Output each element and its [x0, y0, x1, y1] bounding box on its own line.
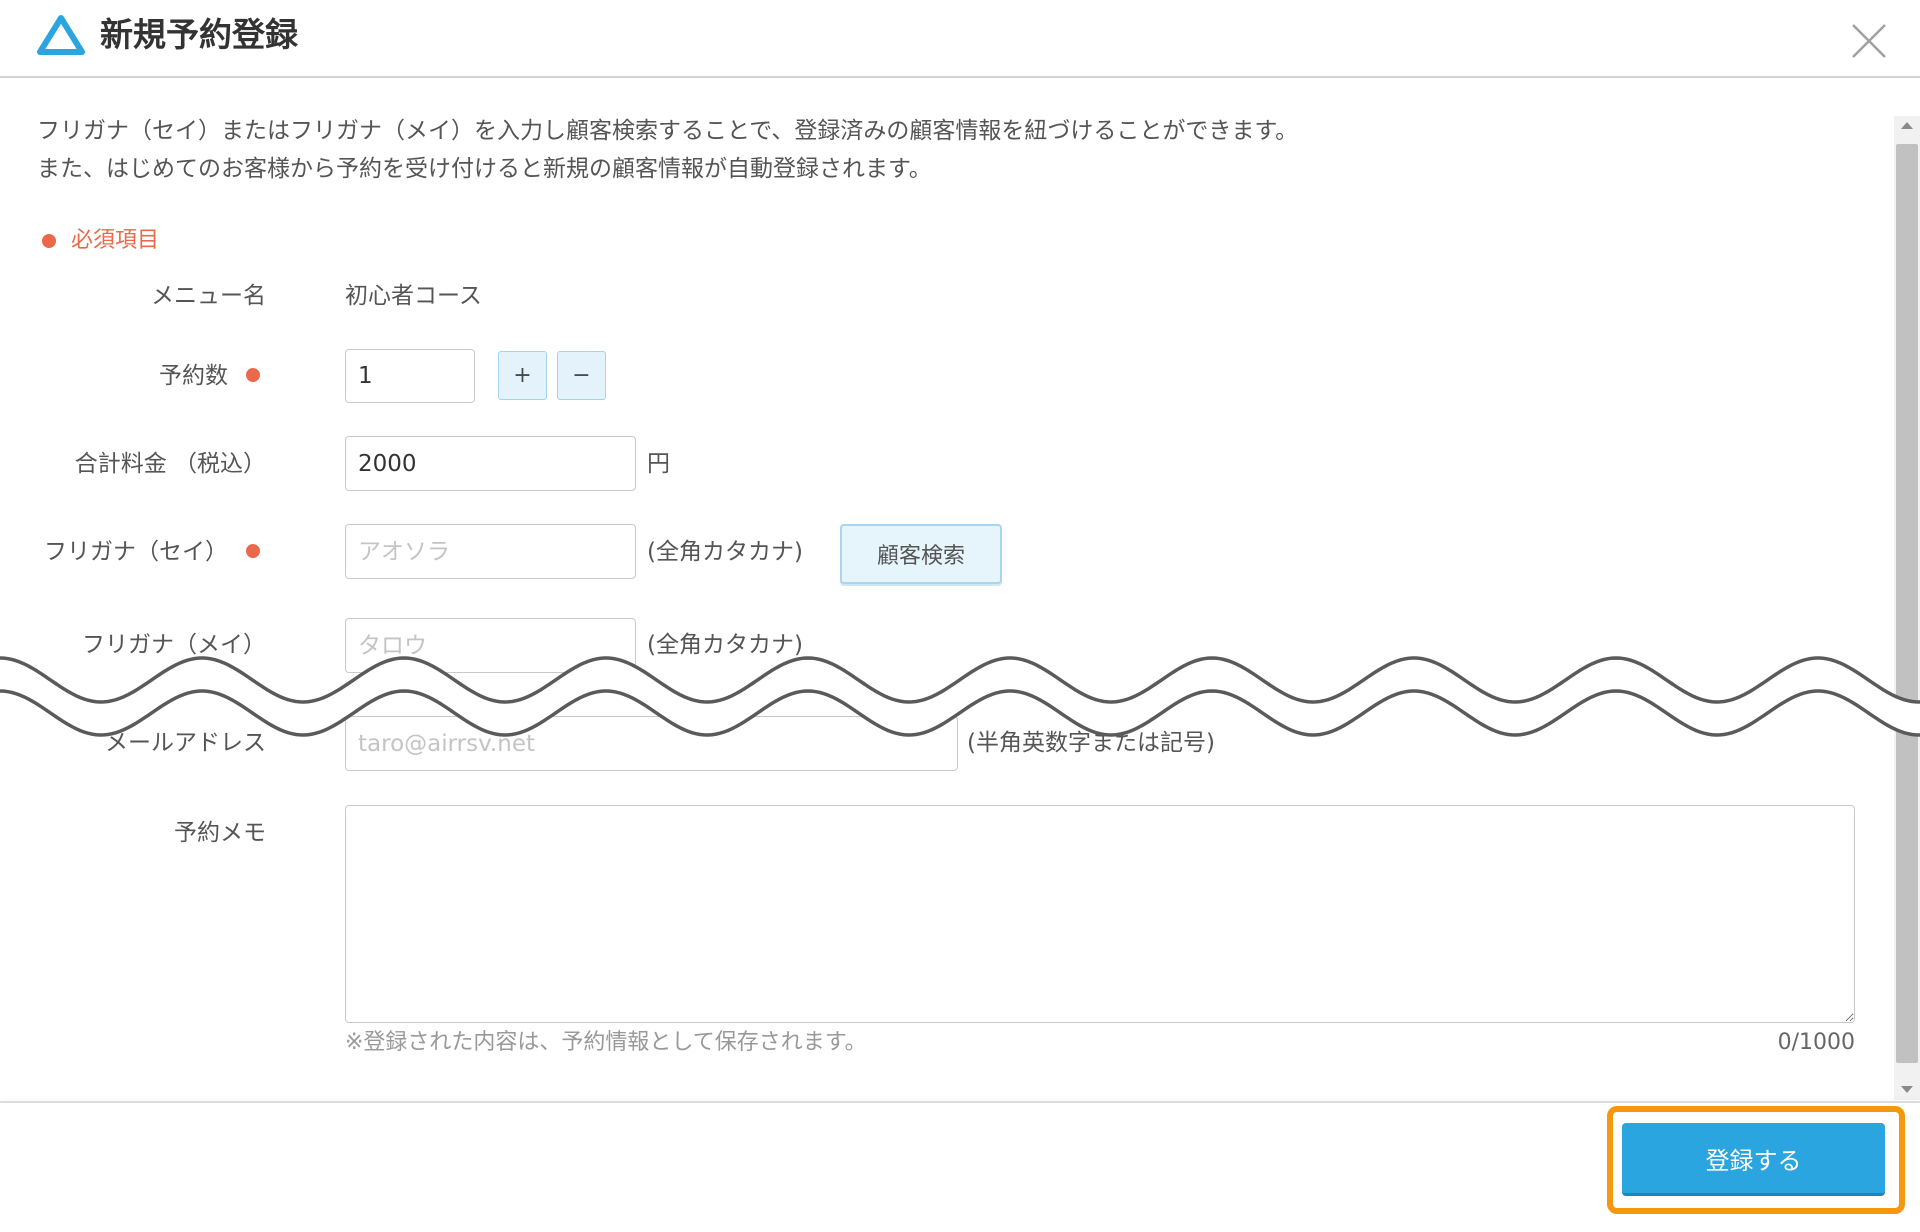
submit-button[interactable]: 登録する — [1622, 1123, 1885, 1196]
scroll-down-arrow-icon[interactable] — [1901, 1086, 1913, 1093]
reservation-count-label: 予約数 — [0, 361, 260, 391]
currency-unit: 円 — [647, 451, 670, 477]
menu-name-label: メニュー名 — [151, 283, 266, 309]
memo-textarea[interactable] — [345, 805, 1855, 1023]
dialog-header: 新規予約登録 — [0, 0, 1920, 78]
scrollbar-thumb[interactable] — [1896, 144, 1918, 1063]
wave-break-fill — [0, 658, 1920, 735]
required-legend: 必須項目 — [71, 228, 160, 253]
total-price-input[interactable] — [345, 436, 636, 491]
reservation-count-input[interactable] — [345, 349, 475, 403]
required-dot-icon — [42, 234, 56, 248]
furigana-sei-label: フリガナ（セイ） — [0, 537, 260, 567]
required-dot-icon — [246, 368, 260, 382]
scrollbar[interactable] — [1894, 116, 1920, 1100]
scroll-up-arrow-icon[interactable] — [1901, 122, 1913, 129]
intro-line: また、はじめてのお客様から予約を受け付けると新規の顧客情報が自動登録されます。 — [37, 156, 932, 182]
intro-line: フリガナ（セイ）またはフリガナ（メイ）を入力し顧客検索することで、登録済みの顧客… — [37, 118, 1299, 144]
decrement-button[interactable]: − — [557, 351, 606, 400]
customer-search-button[interactable]: 顧客検索 — [840, 524, 1002, 584]
content-break-wave — [0, 656, 1920, 737]
reservation-count-label-text: 予約数 — [159, 363, 228, 389]
close-icon[interactable] — [1850, 22, 1888, 60]
increment-button[interactable]: + — [498, 351, 547, 400]
required-dot-icon — [246, 544, 260, 558]
memo-note: ※登録された内容は、予約情報として保存されます。 — [345, 1030, 867, 1055]
furigana-sei-hint: (全角カタカナ) — [647, 539, 803, 565]
triangle-logo-icon — [37, 15, 85, 55]
menu-name-value: 初心者コース — [345, 283, 482, 309]
furigana-sei-input[interactable] — [345, 524, 636, 579]
furigana-sei-label-text: フリガナ（セイ） — [44, 539, 228, 565]
dialog-title: 新規予約登録 — [100, 15, 298, 54]
memo-label: 予約メモ — [174, 820, 266, 846]
footer-divider — [0, 1101, 1920, 1103]
intro-text: フリガナ（セイ）またはフリガナ（メイ）を入力し顧客検索することで、登録済みの顧客… — [37, 112, 1837, 188]
total-price-label: 合計料金 （税込） — [74, 451, 266, 477]
memo-char-counter: 0/1000 — [1777, 1030, 1855, 1055]
